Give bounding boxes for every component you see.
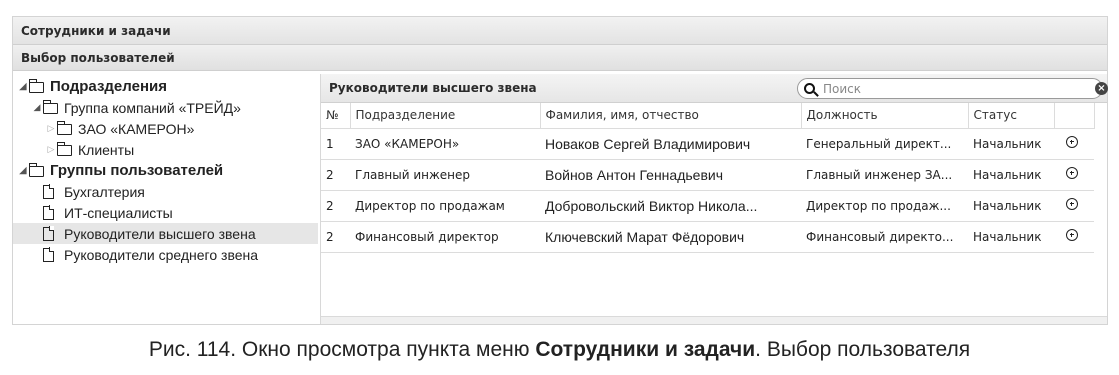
- search-box: ×: [797, 78, 1108, 99]
- table-cell: Начальник: [968, 190, 1054, 222]
- caption-prefix: Рис. 114. Окно просмотра пункта меню: [148, 338, 536, 361]
- table-cell: Финансовый директор: [350, 221, 540, 253]
- collapse-arrow-icon[interactable]: ◢: [31, 102, 43, 113]
- table-row[interactable]: 2 Главный инженер Войнов Антон Геннадьевич…: [321, 159, 1094, 191]
- folder-icon: [56, 141, 75, 157]
- column-header[interactable]: Статус: [968, 103, 1055, 129]
- folder-icon: [28, 162, 47, 178]
- horizontal-scrollbar[interactable]: [321, 316, 1107, 324]
- caption-suffix: . Выбор пользователя: [755, 338, 971, 361]
- table-cell: Ключевский Марат Фёдорович: [540, 221, 801, 253]
- column-header[interactable]: Подразделение: [350, 103, 541, 129]
- add-user-icon[interactable]: [1066, 198, 1078, 210]
- tree-item[interactable]: ◢ Подразделения: [13, 76, 318, 97]
- figure-caption: Рис. 114. Окно просмотра пункта меню Сот…: [0, 338, 1119, 362]
- folder-icon: [28, 78, 47, 94]
- expand-arrow-icon[interactable]: ▷: [45, 144, 57, 155]
- tree-item[interactable]: ▷ ЗАО «КАМЕРОН»: [13, 118, 318, 139]
- table-cell: Финансовый директо...: [801, 221, 968, 253]
- panel-title: Руководители высшего звена: [329, 81, 537, 95]
- tree-item-label: Бухгалтерия: [64, 183, 145, 200]
- table-cell: Начальник: [968, 221, 1054, 253]
- table-cell: 1: [321, 128, 350, 160]
- table-cell: Добровольский Виктор Никола...: [540, 190, 801, 222]
- table-cell: Директор по продаж...: [801, 190, 968, 222]
- clear-search-icon[interactable]: ×: [1095, 82, 1108, 95]
- table-cell: Генеральный директ...: [801, 128, 968, 160]
- column-header[interactable]: №: [321, 103, 351, 129]
- tree-item[interactable]: Руководители высшего звена: [13, 223, 318, 244]
- expand-arrow-icon[interactable]: ▷: [45, 123, 57, 134]
- tree-item-label: Группа компаний «ТРЕЙД»: [64, 99, 241, 116]
- add-user-icon[interactable]: [1066, 136, 1078, 148]
- tree-item[interactable]: Руководители среднего звена: [13, 244, 318, 265]
- tree-item-label: Подразделения: [50, 78, 167, 95]
- table-cell: 2: [321, 159, 350, 191]
- add-user-icon[interactable]: [1066, 167, 1078, 179]
- tree-item-label: Клиенты: [78, 141, 135, 158]
- tree-item-label: Группы пользователей: [50, 162, 224, 179]
- table-header-row: № Подразделение Фамилия, имя, отчество Долж…: [321, 103, 1095, 129]
- tree-item[interactable]: ▷ Клиенты: [13, 139, 318, 160]
- tree-item[interactable]: ◢ Группы пользователей: [13, 160, 318, 181]
- tree-item[interactable]: ◢ Группа компаний «ТРЕЙД»: [13, 97, 318, 118]
- window-title: Сотрудники и задачи: [13, 17, 1107, 45]
- table-cell: Начальник: [968, 128, 1054, 160]
- tree-item-label: ИТ-специалисты: [64, 204, 173, 221]
- groups-tree: ◢ Подразделения ◢ Группа компаний «ТРЕЙД» ▷ З…: [13, 72, 318, 324]
- table-cell: Главный инженер ЗА...: [801, 159, 968, 191]
- document-icon: [43, 205, 61, 220]
- collapse-arrow-icon[interactable]: ◢: [17, 81, 29, 92]
- document-icon: [43, 247, 61, 262]
- search-input[interactable]: [823, 81, 1063, 96]
- table-cell: Начальник: [968, 159, 1054, 191]
- table-row[interactable]: 1 ЗАО «КАМЕРОН» Новаков Сергей Владимирови…: [321, 128, 1094, 160]
- collapse-arrow-icon[interactable]: ◢: [17, 165, 29, 176]
- table-cell: 2: [321, 190, 350, 222]
- tree-item[interactable]: ИТ-специалисты: [13, 202, 318, 223]
- users-selection-window: Сотрудники и задачи Выбор пользователей …: [12, 16, 1108, 325]
- search-icon: [804, 83, 815, 94]
- tree-item-label: Руководители высшего звена: [64, 225, 256, 242]
- document-icon: [43, 184, 61, 199]
- caption-bold: Сотрудники и задачи: [535, 338, 756, 361]
- table-row[interactable]: 2 Финансовый директор Ключевский Марат Фёд…: [321, 221, 1094, 253]
- table-cell: ЗАО «КАМЕРОН»: [350, 128, 540, 160]
- table-cell-action: [1054, 159, 1094, 191]
- add-user-icon[interactable]: [1066, 229, 1078, 241]
- column-header[interactable]: Фамилия, имя, отчество: [540, 103, 802, 129]
- table-cell: 2: [321, 221, 350, 253]
- folder-icon: [42, 99, 61, 115]
- table-cell: Войнов Антон Геннадьевич: [540, 159, 801, 191]
- table-cell: Главный инженер: [350, 159, 540, 191]
- tree-item-label: Руководители среднего звена: [64, 246, 259, 263]
- window-subtitle: Выбор пользователей: [13, 45, 1107, 71]
- folder-icon: [56, 120, 75, 136]
- column-header[interactable]: Должность: [801, 103, 969, 129]
- table-cell-action: [1054, 190, 1094, 222]
- table-cell-action: [1054, 221, 1094, 253]
- table-row[interactable]: 2 Директор по продажам Добровольский Викто…: [321, 190, 1094, 222]
- panel-header: Руководители высшего звена ×: [321, 74, 1108, 103]
- tree-item[interactable]: Бухгалтерия: [13, 181, 318, 202]
- tree-item-label: ЗАО «КАМЕРОН»: [78, 120, 195, 137]
- table-cell-action: [1054, 128, 1094, 160]
- table-cell: Директор по продажам: [350, 190, 540, 222]
- table-cell: Новаков Сергей Владимирович: [540, 128, 801, 160]
- users-panel: Руководители высшего звена × №Подразделе…: [320, 74, 1108, 324]
- users-table: № Подразделение Фамилия, имя, отчество Долж…: [321, 103, 1095, 253]
- column-header-actions: [1054, 103, 1095, 129]
- document-icon: [43, 226, 61, 241]
